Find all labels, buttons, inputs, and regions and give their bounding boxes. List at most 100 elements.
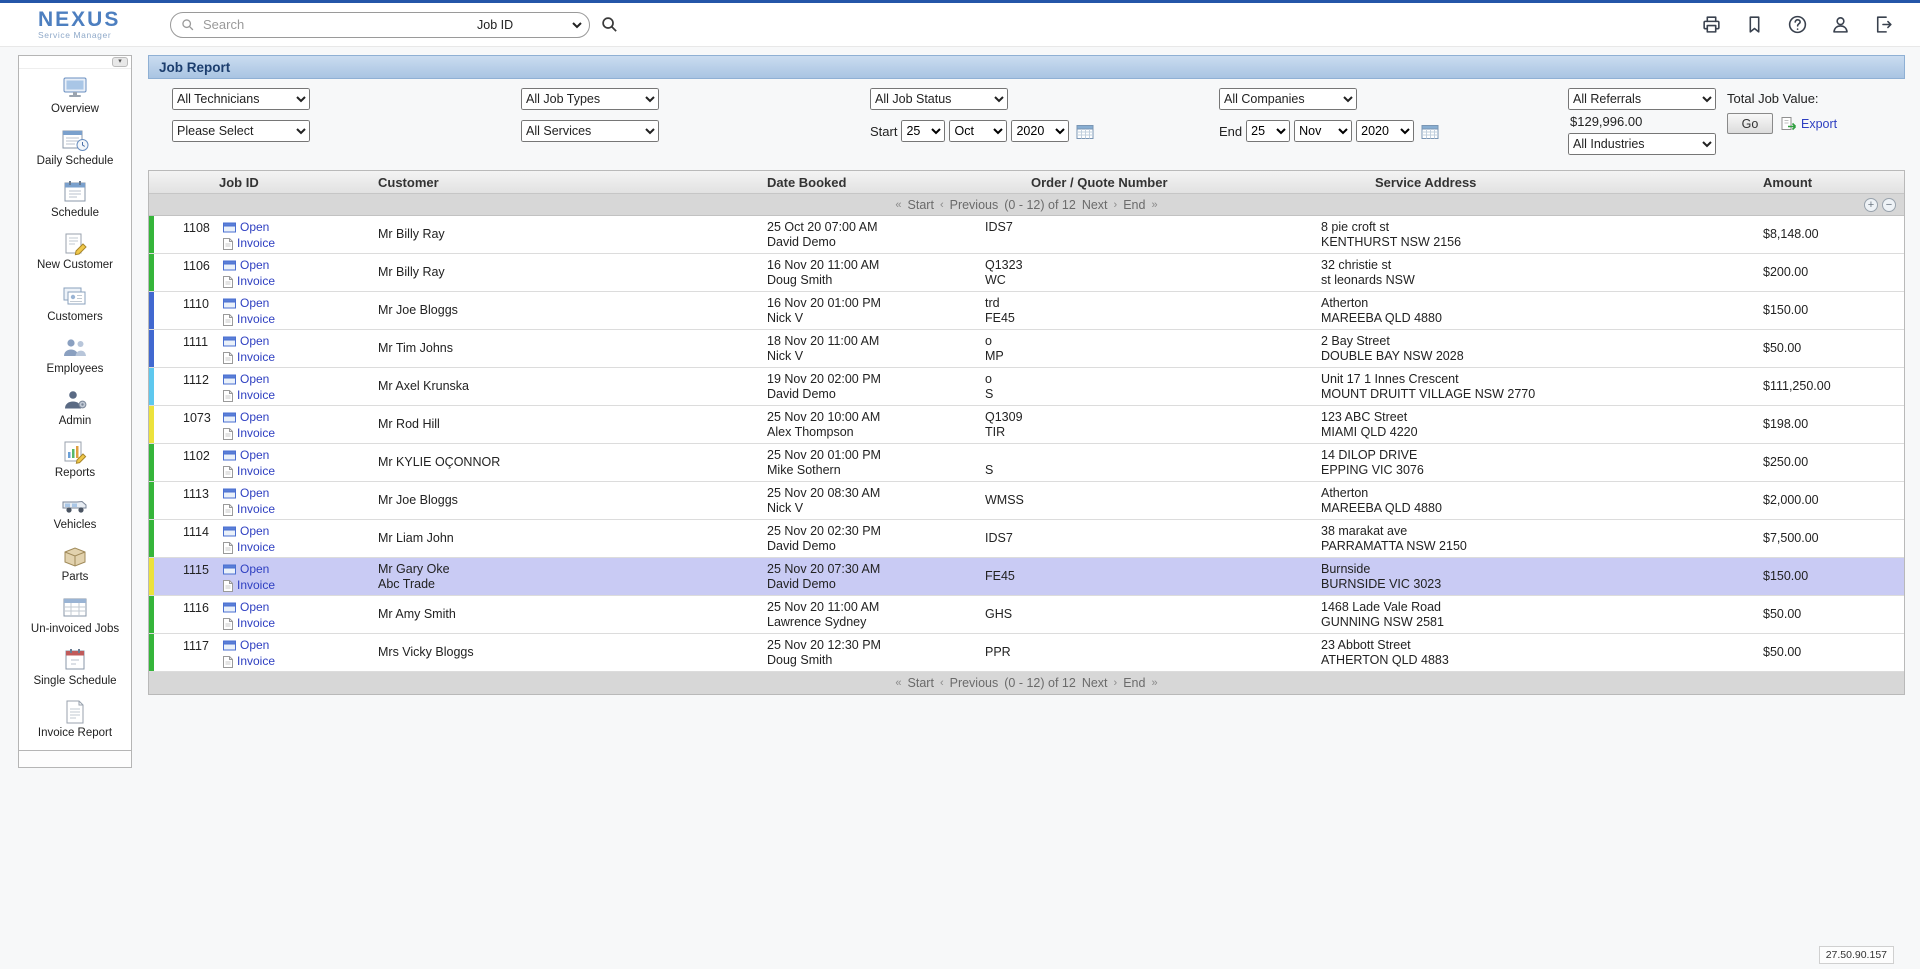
invoice-link[interactable]: Invoice <box>237 464 275 479</box>
end-day-select[interactable]: 25 <box>1246 120 1290 142</box>
pagination-next[interactable]: Next <box>1082 198 1108 212</box>
table-row[interactable]: 1073 Open Invoice <box>149 406 1904 444</box>
pagination-end[interactable]: End <box>1123 198 1145 212</box>
invoice-link[interactable]: Invoice <box>237 388 275 403</box>
pagination-range: (0 - 12) of 12 <box>1004 676 1076 690</box>
job-status-select[interactable]: All Job Status <box>870 88 1008 110</box>
last-page-icon[interactable]: » <box>1151 199 1157 211</box>
open-link[interactable]: Open <box>240 334 269 349</box>
table-row[interactable]: 1116 Open Invoice <box>149 596 1904 634</box>
end-month-select[interactable]: Nov <box>1294 120 1352 142</box>
job-status-color-bar <box>149 254 154 291</box>
table-row[interactable]: 1115 Open Invoice <box>149 558 1904 596</box>
open-job-icon <box>223 298 236 309</box>
sidebar-item-overview[interactable]: Overview <box>19 69 131 121</box>
invoice-link[interactable]: Invoice <box>237 274 275 289</box>
sidebar-item-daily-schedule[interactable]: Daily Schedule <box>19 121 131 173</box>
logout-icon[interactable] <box>1873 14 1894 35</box>
collapse-all-icon[interactable]: − <box>1882 198 1896 212</box>
row-customer: Mr Joe Bloggs <box>372 292 761 329</box>
open-link[interactable]: Open <box>240 524 269 539</box>
invoice-link[interactable]: Invoice <box>237 502 275 517</box>
table-row[interactable]: 1114 Open Invoice <box>149 520 1904 558</box>
start-month-select[interactable]: Oct <box>949 120 1007 142</box>
next-page-icon[interactable]: › <box>1114 677 1118 689</box>
job-types-select[interactable]: All Job Types <box>521 88 659 110</box>
technicians-select[interactable]: All Technicians <box>172 88 310 110</box>
previous-page-icon[interactable]: ‹ <box>940 199 944 211</box>
pagination-start[interactable]: Start <box>908 198 934 212</box>
companies-select[interactable]: All Companies <box>1219 88 1357 110</box>
table-row[interactable]: 1108 Open Invoice <box>149 216 1904 254</box>
table-row[interactable]: 1112 Open Invoice <box>149 368 1904 406</box>
pagination-previous[interactable]: Previous <box>950 676 999 690</box>
end-calendar-icon[interactable] <box>1421 123 1439 139</box>
invoice-link[interactable]: Invoice <box>237 426 275 441</box>
open-link[interactable]: Open <box>240 448 269 463</box>
referrals-select[interactable]: All Referrals <box>1568 88 1716 110</box>
sidebar-item-uninvoiced-jobs[interactable]: Un-invoiced Jobs <box>19 589 131 641</box>
industries-select[interactable]: All Industries <box>1568 133 1716 155</box>
pagination-next[interactable]: Next <box>1082 676 1108 690</box>
previous-page-icon[interactable]: ‹ <box>940 677 944 689</box>
pagination-end[interactable]: End <box>1123 676 1145 690</box>
help-icon[interactable] <box>1787 14 1808 35</box>
end-year-select[interactable]: 2020 <box>1356 120 1414 142</box>
expand-all-icon[interactable]: + <box>1864 198 1878 212</box>
open-link[interactable]: Open <box>240 410 269 425</box>
sidebar-item-vehicles[interactable]: Vehicles <box>19 485 131 537</box>
start-year-select[interactable]: 2020 <box>1011 120 1069 142</box>
open-link[interactable]: Open <box>240 372 269 387</box>
open-link[interactable]: Open <box>240 296 269 311</box>
invoice-link[interactable]: Invoice <box>237 654 275 669</box>
print-icon[interactable] <box>1701 14 1722 35</box>
sidebar-item-admin[interactable]: Admin <box>19 381 131 433</box>
bookmark-icon[interactable] <box>1744 14 1765 35</box>
sidebar-item-employees[interactable]: Employees <box>19 329 131 381</box>
invoice-link[interactable]: Invoice <box>237 578 275 593</box>
search-category-select[interactable]: Job ID <box>473 17 585 33</box>
sidebar-item-parts[interactable]: Parts <box>19 537 131 589</box>
start-calendar-icon[interactable] <box>1076 123 1094 139</box>
open-link[interactable]: Open <box>240 562 269 577</box>
app-logo[interactable]: NEXUS Service Manager <box>38 9 156 40</box>
open-link[interactable]: Open <box>240 486 269 501</box>
table-row[interactable]: 1113 Open Invoice <box>149 482 1904 520</box>
search-input[interactable] <box>201 16 473 33</box>
first-page-icon[interactable]: « <box>895 199 901 211</box>
user-icon[interactable] <box>1830 14 1851 35</box>
sidebar-item-new-customer[interactable]: New Customer <box>19 225 131 277</box>
start-day-select[interactable]: 25 <box>901 120 945 142</box>
invoice-link[interactable]: Invoice <box>237 616 275 631</box>
last-page-icon[interactable]: » <box>1151 677 1157 689</box>
sidebar-item-schedule[interactable]: Schedule <box>19 173 131 225</box>
open-link[interactable]: Open <box>240 220 269 235</box>
services-select[interactable]: All Services <box>521 120 659 142</box>
sidebar-item-customers[interactable]: Customers <box>19 277 131 329</box>
pagination-previous[interactable]: Previous <box>950 198 999 212</box>
open-link[interactable]: Open <box>240 600 269 615</box>
table-row[interactable]: 1117 Open Invoice <box>149 634 1904 672</box>
next-page-icon[interactable]: › <box>1114 199 1118 211</box>
table-row[interactable]: 1102 Open Invoice <box>149 444 1904 482</box>
open-link[interactable]: Open <box>240 638 269 653</box>
table-row[interactable]: 1106 Open Invoice <box>149 254 1904 292</box>
search-submit-button[interactable] <box>600 15 619 34</box>
pagination-start[interactable]: Start <box>908 676 934 690</box>
sidebar-collapse-button[interactable]: ▾ <box>112 57 128 67</box>
export-link[interactable]: Export <box>1781 116 1837 131</box>
first-page-icon[interactable]: « <box>895 677 901 689</box>
table-row[interactable]: 1110 Open Invoice <box>149 292 1904 330</box>
invoice-link[interactable]: Invoice <box>237 236 275 251</box>
invoice-link[interactable]: Invoice <box>237 540 275 555</box>
open-link[interactable]: Open <box>240 258 269 273</box>
invoice-link[interactable]: Invoice <box>237 350 275 365</box>
go-button[interactable]: Go <box>1727 113 1773 134</box>
invoice-link[interactable]: Invoice <box>237 312 275 327</box>
sidebar-item-reports[interactable]: Reports <box>19 433 131 485</box>
search-icon <box>181 18 195 32</box>
please-select-select[interactable]: Please Select <box>172 120 310 142</box>
sidebar-item-invoice-report[interactable]: Invoice Report <box>19 693 131 745</box>
table-row[interactable]: 1111 Open Invoice <box>149 330 1904 368</box>
sidebar-item-single-schedule[interactable]: Single Schedule <box>19 641 131 693</box>
